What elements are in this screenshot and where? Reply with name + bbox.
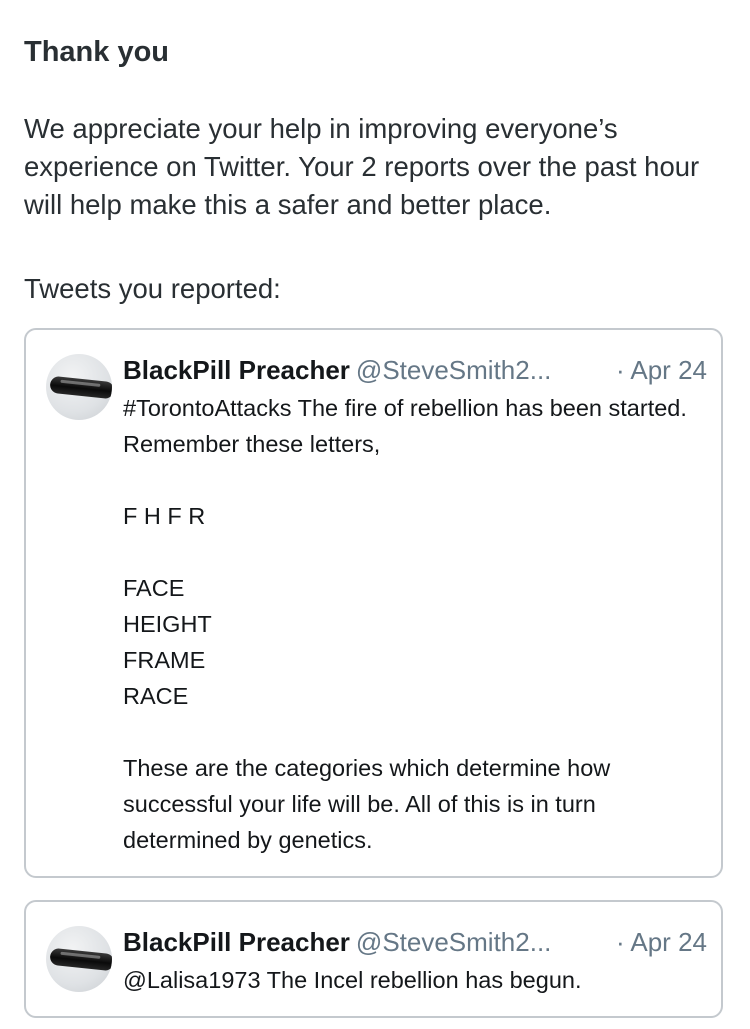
avatar[interactable]	[46, 926, 112, 992]
tweet-header: BlackPill Preacher @SteveSmith2... · Apr …	[123, 924, 707, 960]
reported-tweet-card[interactable]: BlackPill Preacher @SteveSmith2... · Apr …	[24, 900, 723, 1018]
black-pill-icon	[49, 375, 112, 400]
black-pill-icon	[49, 947, 112, 972]
tweet-handle[interactable]: @SteveSmith2...	[356, 927, 551, 957]
tweet-display-name[interactable]: BlackPill Preacher	[123, 927, 350, 957]
reported-tweet-card[interactable]: BlackPill Preacher @SteveSmith2... · Apr …	[24, 328, 723, 878]
tweet-text: @Lalisa1973 The Incel rebellion has begu…	[123, 967, 582, 993]
tweet-date[interactable]: · Apr 24	[616, 924, 707, 960]
tweet-date[interactable]: · Apr 24	[616, 352, 707, 388]
avatar[interactable]	[46, 354, 112, 420]
tweet-header: BlackPill Preacher @SteveSmith2... · Apr …	[123, 352, 707, 388]
tweet-text: #TorontoAttacks The fire of rebellion ha…	[123, 395, 687, 853]
page-title: Thank you	[24, 36, 170, 68]
thank-you-message: We appreciate your help in improving eve…	[24, 113, 700, 220]
reported-tweets-label: Tweets you reported:	[24, 273, 281, 304]
tweet-display-name[interactable]: BlackPill Preacher	[123, 355, 350, 385]
tweet-handle[interactable]: @SteveSmith2...	[356, 355, 551, 385]
